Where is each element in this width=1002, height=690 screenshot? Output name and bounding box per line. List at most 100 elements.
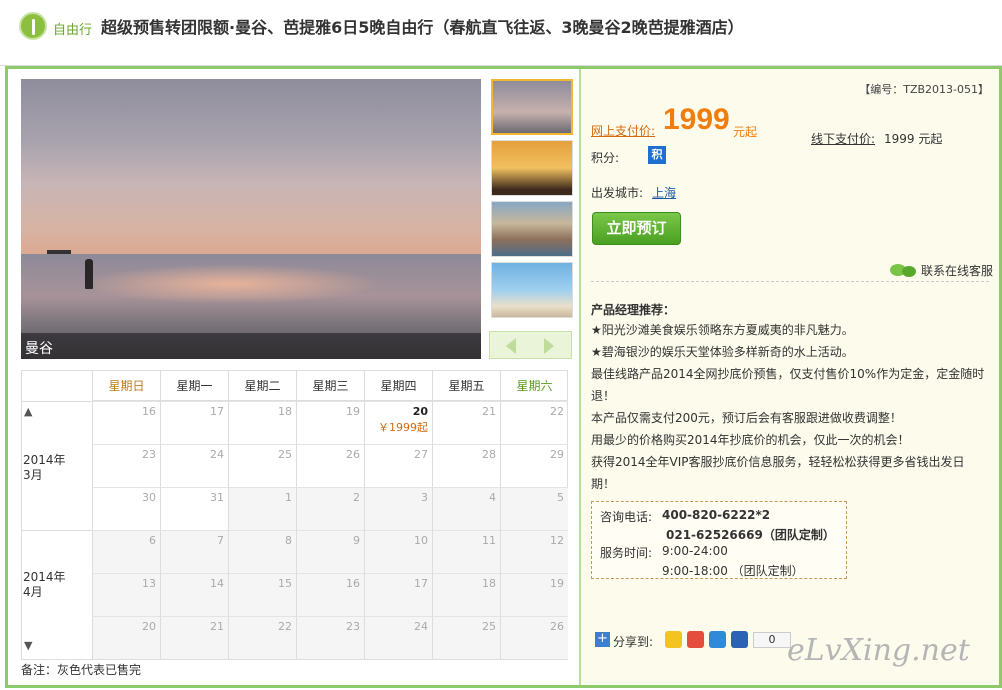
- calendar-day: 18: [432, 573, 500, 616]
- weekday-sat: 星期六: [500, 371, 568, 401]
- points-label: 积分:: [591, 151, 620, 165]
- calendar-day: 2: [296, 487, 364, 530]
- recommend-item: 获得2014全年VIP客服抄底价信息服务，轻轻松松获得更多省钱出发日期！: [591, 455, 965, 491]
- online-price-label[interactable]: 网上支付价:: [591, 122, 655, 139]
- calendar-day: 24: [160, 444, 228, 487]
- photo-caption: 曼谷: [25, 341, 53, 357]
- day-number: 9: [353, 534, 360, 547]
- day-number: 13: [142, 577, 156, 590]
- calendar-day: 26: [296, 444, 364, 487]
- calendar-day: 16: [92, 401, 160, 444]
- phone-number-1: 400-820-6222*2: [662, 508, 771, 522]
- day-number: 22: [278, 620, 292, 633]
- book-now-button[interactable]: 立即预订: [592, 212, 681, 245]
- calendar-day: 28: [432, 444, 500, 487]
- day-number: 16: [346, 577, 360, 590]
- day-number: 30: [142, 491, 156, 504]
- calendar-day: 29: [500, 444, 568, 487]
- calendar-day: 3: [364, 487, 432, 530]
- left-column: 曼谷 星期日 星期一 星期二 星期三 星期四 星期五 星期六 ▲ 2014年 3…: [8, 69, 579, 685]
- calendar-day: 18: [228, 401, 296, 444]
- day-number: 8: [285, 534, 292, 547]
- thumbnail-2[interactable]: [491, 140, 573, 196]
- calendar-day: 27: [364, 444, 432, 487]
- main-photo[interactable]: 曼谷: [21, 79, 481, 359]
- calendar-day: 19: [500, 573, 568, 616]
- day-number: 1: [285, 491, 292, 504]
- calendar-day: 14: [160, 573, 228, 616]
- price-calendar: 星期日 星期一 星期二 星期三 星期四 星期五 星期六 ▲ 2014年 3月 2…: [21, 370, 568, 660]
- calendar-day: 13: [92, 573, 160, 616]
- photo-caption-bar: [21, 333, 481, 359]
- day-number: 21: [482, 405, 496, 418]
- calendar-down-icon[interactable]: ▼: [24, 639, 32, 652]
- arrow-left-icon[interactable]: [506, 338, 516, 354]
- right-column: 【编号：TZB2013-051】 网上支付价: 1999 元起 线下支付价: 1…: [581, 69, 999, 685]
- contact-box: 咨询电话: 400-820-6222*2 021-62526669（团队定制） …: [591, 501, 847, 579]
- day-number: 21: [210, 620, 224, 633]
- calendar-day: 31: [160, 487, 228, 530]
- header-bar: 自由行 超级预售转团限额·曼谷、芭提雅6日5晚自由行（春航直飞往返、3晚曼谷2晚…: [0, 0, 1002, 66]
- day-number: 16: [142, 405, 156, 418]
- day-number: 2: [353, 491, 360, 504]
- points-icon: 积: [648, 146, 666, 164]
- calendar-day: 5: [500, 487, 568, 530]
- day-number: 25: [482, 620, 496, 633]
- calendar-day[interactable]: 20 ￥1999起: [364, 401, 432, 444]
- day-number: 24: [414, 620, 428, 633]
- hours-2: 9:00-18:00 （团队定制）: [662, 564, 804, 578]
- calendar-day: 23: [92, 444, 160, 487]
- day-number: 18: [482, 577, 496, 590]
- day-number: 11: [482, 534, 496, 547]
- calendar-up-icon[interactable]: ▲: [24, 405, 32, 418]
- day-number: 31: [210, 491, 224, 504]
- day-price[interactable]: ￥1999起: [378, 419, 428, 435]
- category-badge: 自由行: [53, 23, 93, 38]
- weekday-wed: 星期三: [296, 371, 364, 401]
- departure-city-label: 出发城市:: [591, 186, 644, 200]
- offline-price-label[interactable]: 线下支付价:: [811, 130, 875, 147]
- thumbnail-4[interactable]: [491, 262, 573, 318]
- day-number: 17: [414, 577, 428, 590]
- qzone-icon[interactable]: [665, 631, 682, 648]
- calendar-day: 8: [228, 530, 296, 573]
- section-divider: [591, 281, 989, 282]
- hours-label: 服务时间:: [600, 546, 653, 560]
- phone-number-2: 021-62526669（团队定制）: [666, 528, 835, 542]
- weibo-icon[interactable]: [687, 631, 704, 648]
- calendar-day: 23: [296, 616, 364, 659]
- product-panel: 曼谷 星期日 星期一 星期二 星期三 星期四 星期五 星期六 ▲ 2014年 3…: [5, 66, 1002, 688]
- departure-city-link[interactable]: 上海: [652, 184, 676, 201]
- arrow-right-icon[interactable]: [544, 338, 554, 354]
- thumbnail-1[interactable]: [491, 79, 573, 135]
- day-number: 27: [414, 448, 428, 461]
- recommend-item: ★阳光沙滩美食娱乐领略东方夏威夷的非凡魅力。: [591, 323, 854, 337]
- watermark-logo: eLvXing.net: [787, 633, 970, 668]
- month-label-april: 2014年 4月: [23, 570, 66, 599]
- calendar-day: 25: [432, 616, 500, 659]
- qq-weibo-icon[interactable]: [709, 631, 726, 648]
- calendar-day: 20: [92, 616, 160, 659]
- calendar-day: 21: [160, 616, 228, 659]
- renren-icon[interactable]: [731, 631, 748, 648]
- calendar-day: 22: [228, 616, 296, 659]
- calendar-day: 25: [228, 444, 296, 487]
- thumbnail-3[interactable]: [491, 201, 573, 257]
- offline-price: 1999 元起: [884, 132, 943, 146]
- share-plus-icon[interactable]: +: [595, 632, 610, 647]
- photo-person: [85, 259, 93, 289]
- day-number: 23: [346, 620, 360, 633]
- calendar-day: 11: [432, 530, 500, 573]
- share-label: 分享到:: [613, 635, 654, 649]
- day-number: 25: [278, 448, 292, 461]
- day-number: 15: [278, 577, 292, 590]
- day-number: 5: [557, 491, 564, 504]
- online-service-link[interactable]: 联系在线客服: [889, 262, 993, 279]
- day-number: 19: [346, 405, 360, 418]
- calendar-day: 16: [296, 573, 364, 616]
- day-number: 29: [550, 448, 564, 461]
- weekday-tue: 星期二: [228, 371, 296, 401]
- day-number: 28: [482, 448, 496, 461]
- calendar-day: 19: [296, 401, 364, 444]
- product-code: 【编号：TZB2013-051】: [859, 83, 989, 96]
